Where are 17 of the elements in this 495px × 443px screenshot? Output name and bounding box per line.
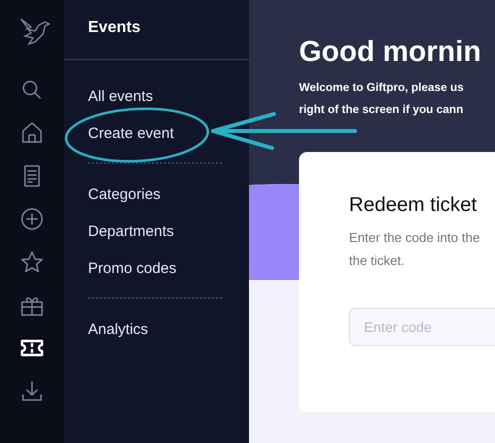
greeting-heading: Good mornin <box>299 35 482 70</box>
code-input-field[interactable]: Enter code <box>349 308 495 346</box>
menu-item[interactable]: All events <box>64 78 178 115</box>
welcome-text: right of the screen if you cann <box>299 103 464 118</box>
menu-item[interactable]: Promo codes <box>64 250 200 287</box>
download-icon-button[interactable] <box>20 379 44 403</box>
home-icon-button[interactable] <box>20 121 44 145</box>
star-icon-button[interactable] <box>20 250 44 274</box>
add-circle-icon-button[interactable] <box>20 207 44 231</box>
card-description: Enter the code into the <box>349 229 480 247</box>
card-title: Redeem ticket <box>349 194 477 218</box>
menu-item[interactable]: Categories <box>64 176 185 213</box>
menu-item[interactable]: Analytics <box>64 311 172 348</box>
card-description: the ticket. <box>349 252 405 270</box>
menu-item[interactable]: Create event <box>64 115 198 152</box>
menu-item[interactable]: Departments <box>64 213 198 250</box>
welcome-text: Welcome to Giftpro, please us <box>299 81 464 96</box>
